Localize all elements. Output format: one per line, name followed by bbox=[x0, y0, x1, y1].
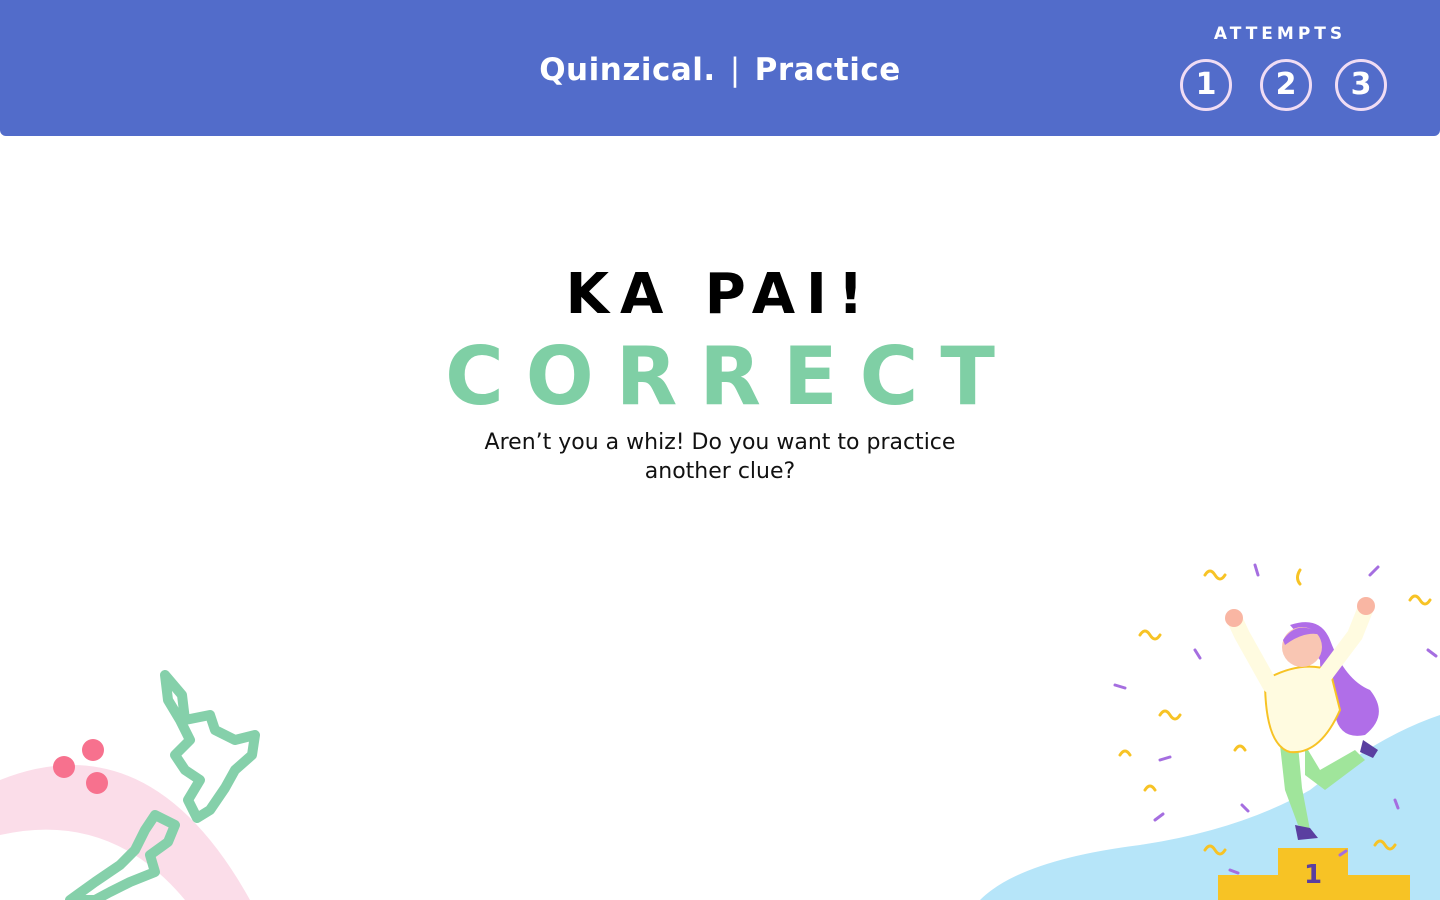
podium-number: 1 bbox=[1304, 860, 1322, 890]
result-title: KA PAI! bbox=[565, 262, 875, 327]
sky-blue-wave bbox=[980, 715, 1440, 900]
confetti bbox=[1138, 629, 1162, 641]
confetti bbox=[1240, 803, 1250, 813]
attempt-2-indicator: 2 bbox=[1260, 59, 1312, 111]
mode-name: Practice bbox=[754, 52, 901, 88]
attempts-label: ATTEMPTS bbox=[1213, 24, 1347, 44]
confetti bbox=[1143, 784, 1157, 792]
pink-dot bbox=[86, 772, 108, 794]
person-hand bbox=[1225, 609, 1243, 627]
confetti bbox=[1233, 744, 1247, 752]
confetti bbox=[1153, 812, 1165, 822]
north-island-outline bbox=[160, 670, 260, 823]
pink-dot bbox=[53, 756, 75, 778]
confetti bbox=[1408, 594, 1432, 606]
person-arm bbox=[1317, 602, 1373, 683]
person-arm bbox=[1227, 612, 1278, 693]
attempt-3-indicator: 3 bbox=[1335, 59, 1387, 111]
confetti bbox=[1203, 569, 1227, 581]
title-separator: | bbox=[729, 52, 741, 88]
practice-result-page: Quinzical. | Practice ATTEMPTS 1 2 3 KA PA… bbox=[0, 0, 1440, 900]
new-zealand-map-icon bbox=[0, 670, 260, 900]
pink-dot bbox=[82, 739, 104, 761]
confetti bbox=[1253, 563, 1260, 577]
person-hand bbox=[1357, 597, 1375, 615]
result-message: Aren’t you a whiz! Do you want to practi… bbox=[484, 430, 956, 484]
brand-name: Quinzical. bbox=[539, 52, 716, 88]
confetti bbox=[1158, 755, 1172, 762]
confetti bbox=[1113, 683, 1127, 690]
confetti bbox=[1296, 568, 1302, 586]
confetti bbox=[1426, 648, 1438, 658]
confetti bbox=[1368, 565, 1380, 577]
confetti bbox=[1158, 709, 1182, 721]
confetti bbox=[1193, 648, 1202, 660]
celebrating-winner-on-podium: 1 bbox=[980, 563, 1440, 900]
attempt-1-indicator: 1 bbox=[1180, 59, 1232, 111]
top-header: Quinzical. | Practice ATTEMPTS 1 2 3 bbox=[0, 0, 1440, 136]
confetti bbox=[1118, 749, 1132, 757]
result-status: CORRECT bbox=[445, 330, 1017, 423]
